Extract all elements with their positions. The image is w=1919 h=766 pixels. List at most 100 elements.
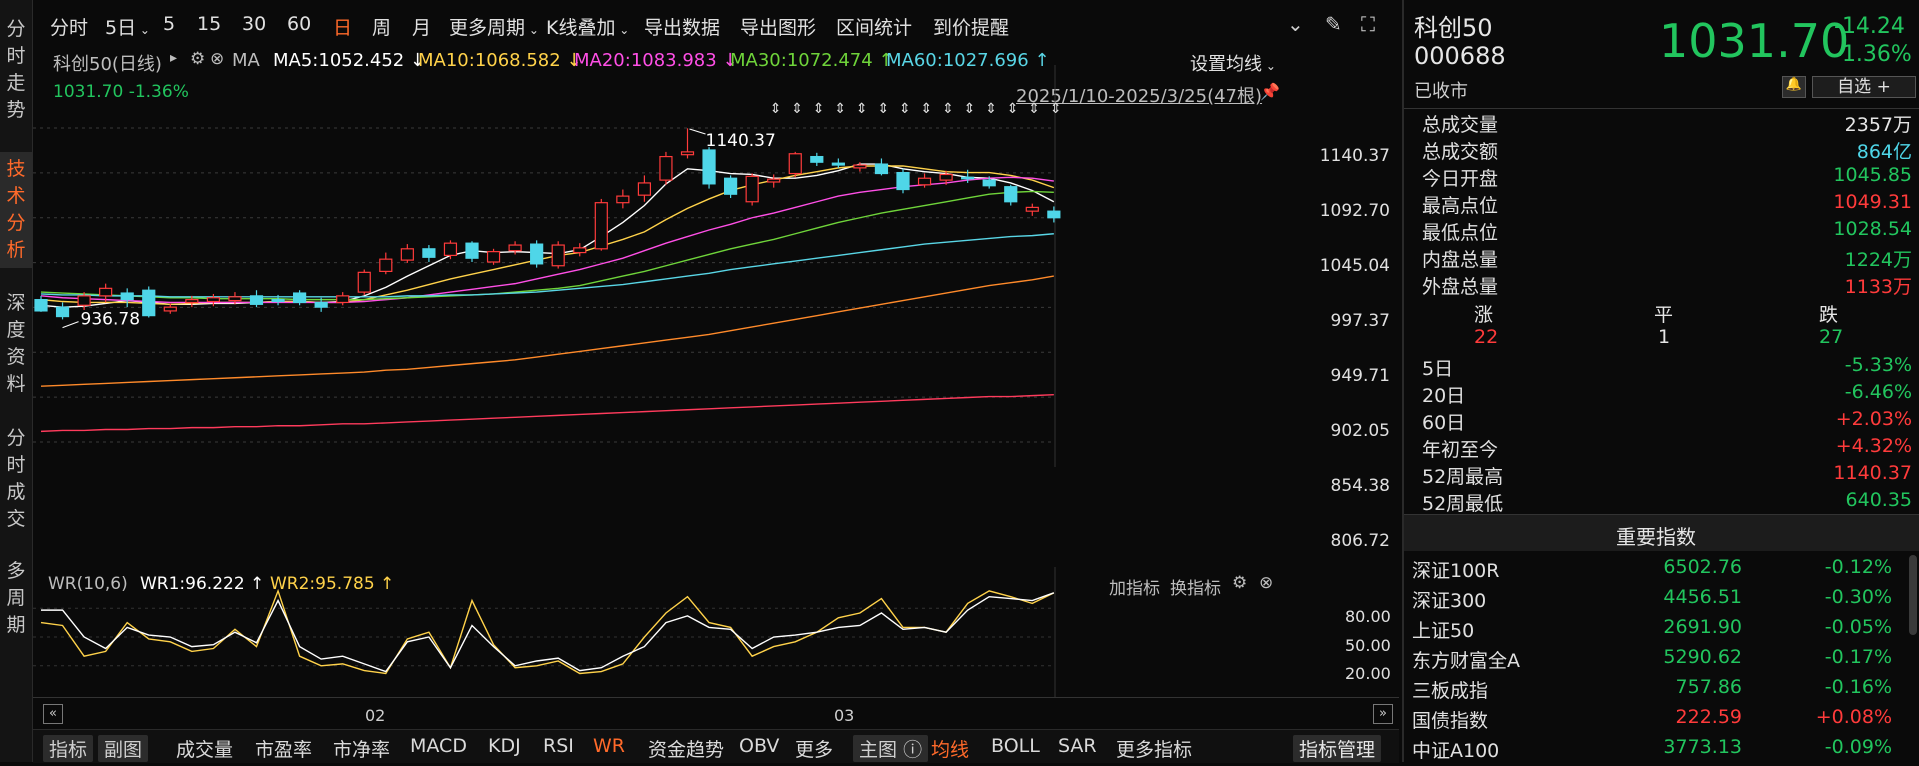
index-row[interactable]: 深证300 4456.51 -0.30% (1412, 586, 1912, 616)
btn-more-indicators[interactable]: 更多指标 (1116, 735, 1192, 762)
btn-60min[interactable]: 60 (287, 13, 311, 35)
btn-volume[interactable]: 成交量 (176, 735, 233, 762)
btn-weekly[interactable]: 周 (372, 13, 391, 40)
event-marker-icon: ⇕ (1028, 101, 1040, 117)
candle-body (120, 292, 134, 301)
breadth-up-label: 涨 (1474, 304, 1494, 326)
btn-daily[interactable]: 日 (333, 13, 352, 40)
tab-technical-label: 技 术 分 析 (6, 158, 26, 261)
performance-value: +4.32% (1835, 435, 1912, 457)
indices-title: 重要指数 (1616, 525, 1696, 549)
candle-body (616, 195, 630, 204)
btn-more[interactable]: 更多 (795, 735, 833, 762)
high-price-label: 1140.37 (706, 131, 776, 151)
tab-multi-period[interactable]: 多 周 期 (0, 558, 32, 642)
btn-macd[interactable]: MACD (410, 735, 467, 757)
event-marker-icon: ⇕ (770, 101, 782, 117)
index-row[interactable]: 上证50 2691.90 -0.05% (1412, 616, 1912, 646)
btn-pb[interactable]: 市净率 (333, 735, 390, 762)
bell-icon[interactable]: 🔔 (1782, 76, 1806, 98)
candle-body (422, 248, 436, 258)
btn-rsi[interactable]: RSI (543, 735, 574, 757)
index-price: 757.86 (1675, 676, 1742, 698)
btn-wr[interactable]: WR (593, 735, 625, 757)
btn-kline-overlay-label: K线叠加 (546, 17, 616, 39)
candle-body (163, 306, 177, 312)
index-change: -0.16% (1824, 676, 1892, 698)
stat-value: 1028.54 (1833, 218, 1912, 240)
candle-body (99, 287, 113, 297)
btn-more-periods[interactable]: 更多周期 ⌄ (449, 13, 539, 40)
btn-kline-overlay[interactable]: K线叠加 ⌄ (546, 13, 629, 40)
btn-5min[interactable]: 5 (163, 13, 175, 35)
btn-indicator-manage[interactable]: 指标管理 (1293, 735, 1382, 762)
btn-intraday[interactable]: 分时 (50, 13, 88, 40)
index-change: +0.08% (1815, 706, 1892, 728)
candle-body (206, 297, 220, 303)
stat-label: 最低点位 (1422, 222, 1499, 244)
stat-row: 总成交额 864亿 (1422, 137, 1912, 164)
tab-intraday[interactable]: 分 时 走 势 (0, 16, 32, 126)
index-row[interactable]: 三板成指 757.86 -0.16% (1412, 676, 1912, 706)
btn-subchart[interactable]: 副图 (98, 735, 149, 762)
btn-export-chart[interactable]: 导出图形 (740, 13, 816, 40)
ma-line-ma250 (40, 393, 1054, 433)
performance-label: 20日 (1422, 385, 1466, 407)
low-price-label: 936.78 (81, 310, 140, 330)
wr-chart[interactable] (33, 567, 1399, 697)
scroll-left-icon[interactable]: « (43, 704, 63, 724)
performance-value: -5.33% (1844, 354, 1912, 376)
btn-ma[interactable]: 均线 (931, 735, 969, 762)
index-row[interactable]: 国债指数 222.59 +0.08% (1412, 706, 1912, 736)
price-change: -14.24 (1834, 14, 1905, 39)
index-row[interactable]: 东方财富全A 5290.62 -0.17% (1412, 646, 1912, 676)
btn-30min[interactable]: 30 (242, 13, 266, 35)
stat-value: 864亿 (1856, 141, 1912, 163)
performance-row: 5日 -5.33% (1422, 354, 1912, 381)
performance-value: 640.35 (1845, 489, 1912, 511)
scroll-right-icon[interactable]: » (1373, 704, 1393, 724)
performance-row: 52周最高 1140.37 (1422, 462, 1912, 489)
stat-value: 1049.31 (1833, 191, 1912, 213)
index-row[interactable]: 深证100R 6502.76 -0.12% (1412, 556, 1912, 586)
chevron-down-icon: ⌄ (525, 23, 539, 37)
tab-ticks[interactable]: 分 时 成 交 (0, 425, 32, 535)
tab-fundamentals[interactable]: 深 度 资 料 (0, 290, 32, 400)
breadth-flat-count: 1 (1658, 326, 1671, 348)
candle-body (810, 155, 824, 163)
btn-obv[interactable]: OBV (739, 735, 779, 757)
event-marker-icon: ⇕ (942, 101, 954, 117)
btn-range-stats[interactable]: 区间统计 (836, 13, 912, 40)
btn-fund-trend[interactable]: 资金趋势 (648, 735, 724, 762)
tab-technical[interactable]: 技 术 分 析 (0, 152, 32, 268)
add-favorite-button[interactable]: 自选 + (1812, 76, 1916, 98)
btn-indicator[interactable]: 指标 (43, 735, 94, 762)
btn-pe[interactable]: 市盈率 (255, 735, 312, 762)
wr2-line (40, 588, 1055, 675)
candle-body (637, 182, 652, 196)
btn-kdj[interactable]: KDJ (488, 735, 521, 757)
candle-body (745, 175, 759, 203)
performance-value: +2.03% (1835, 408, 1912, 430)
btn-export-data[interactable]: 导出数据 (644, 13, 720, 40)
btn-monthly[interactable]: 月 (412, 13, 431, 40)
divider (1404, 108, 1919, 109)
btn-5day[interactable]: 5日 ⌄ (105, 13, 150, 40)
time-axis: « 02 03 » (33, 697, 1399, 730)
candle-body (486, 251, 501, 263)
kline-chart[interactable]: ⇕ ⇕ ⇕ ⇕ ⇕ ⇕ ⇕ ⇕ ⇕ ⇕ ⇕ ⇕ ⇕ ⇕ 1140.37 936.78 (33, 45, 1399, 567)
index-change: -0.12% (1824, 556, 1892, 578)
stat-label: 内盘总量 (1422, 249, 1499, 271)
candle-body (336, 295, 350, 304)
btn-main-chart[interactable]: 主图 ⓘ (853, 735, 929, 762)
btn-more-periods-label: 更多周期 (449, 17, 526, 39)
candle-body (680, 151, 695, 156)
time-tick-feb: 02 (365, 706, 386, 725)
scrollbar[interactable] (1909, 555, 1917, 635)
btn-boll[interactable]: BOLL (991, 735, 1040, 757)
candle-body (702, 149, 716, 185)
btn-sar[interactable]: SAR (1058, 735, 1097, 757)
security-name: 科创50 (1414, 14, 1493, 42)
btn-15min[interactable]: 15 (197, 13, 221, 35)
btn-price-alert[interactable]: 到价提醒 (933, 13, 1009, 40)
